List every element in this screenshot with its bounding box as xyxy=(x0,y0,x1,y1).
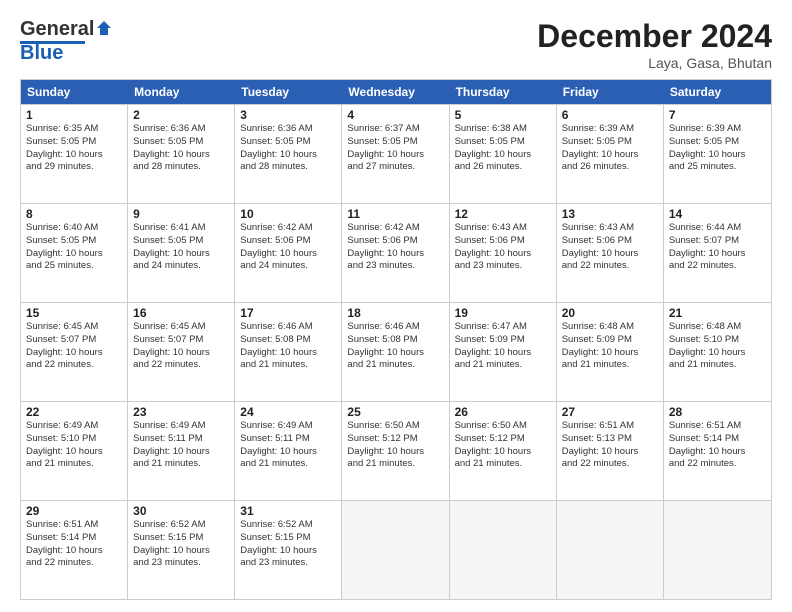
day-14: 14 Sunrise: 6:44 AM Sunset: 5:07 PM Dayl… xyxy=(664,204,771,302)
day-num-5: 5 xyxy=(455,108,551,122)
day-3: 3 Sunrise: 6:36 AM Sunset: 5:05 PM Dayli… xyxy=(235,105,342,203)
daylight2-6: and 26 minutes. xyxy=(562,161,658,174)
daylight-6: Daylight: 10 hours xyxy=(562,149,658,162)
day-25: 25 Sunrise: 6:50 AM Sunset: 5:12 PM Dayl… xyxy=(342,402,449,500)
day-15: 15 Sunrise: 6:45 AM Sunset: 5:07 PM Dayl… xyxy=(21,303,128,401)
logo-blue: Blue xyxy=(20,42,63,65)
calendar-row-3: 15 Sunrise: 6:45 AM Sunset: 5:07 PM Dayl… xyxy=(21,302,771,401)
logo-icon xyxy=(95,19,113,37)
calendar-body: 1 Sunrise: 6:35 AM Sunset: 5:05 PM Dayli… xyxy=(21,104,771,599)
day-10: 10 Sunrise: 6:42 AM Sunset: 5:06 PM Dayl… xyxy=(235,204,342,302)
header: General Blue December 2024 Laya, Gasa, B… xyxy=(20,18,772,71)
day-num-7: 7 xyxy=(669,108,766,122)
day-1: 1 Sunrise: 6:35 AM Sunset: 5:05 PM Dayli… xyxy=(21,105,128,203)
header-monday: Monday xyxy=(128,80,235,104)
daylight-4: Daylight: 10 hours xyxy=(347,149,443,162)
daylight2-1: and 29 minutes. xyxy=(26,161,122,174)
day-13: 13 Sunrise: 6:43 AM Sunset: 5:06 PM Dayl… xyxy=(557,204,664,302)
day-26: 26 Sunrise: 6:50 AM Sunset: 5:12 PM Dayl… xyxy=(450,402,557,500)
daylight2-4: and 27 minutes. xyxy=(347,161,443,174)
sunrise-6: Sunrise: 6:39 AM xyxy=(562,123,658,136)
day-2: 2 Sunrise: 6:36 AM Sunset: 5:05 PM Dayli… xyxy=(128,105,235,203)
day-22: 22 Sunrise: 6:49 AM Sunset: 5:10 PM Dayl… xyxy=(21,402,128,500)
sunrise-1: Sunrise: 6:35 AM xyxy=(26,123,122,136)
sunset-2: Sunset: 5:05 PM xyxy=(133,136,229,149)
header-saturday: Saturday xyxy=(664,80,771,104)
day-4: 4 Sunrise: 6:37 AM Sunset: 5:05 PM Dayli… xyxy=(342,105,449,203)
daylight2-3: and 28 minutes. xyxy=(240,161,336,174)
sunset-4: Sunset: 5:05 PM xyxy=(347,136,443,149)
logo: General Blue xyxy=(20,18,113,65)
sunrise-4: Sunrise: 6:37 AM xyxy=(347,123,443,136)
day-18: 18 Sunrise: 6:46 AM Sunset: 5:08 PM Dayl… xyxy=(342,303,449,401)
sunrise-5: Sunrise: 6:38 AM xyxy=(455,123,551,136)
day-empty-2 xyxy=(450,501,557,599)
calendar-row-4: 22 Sunrise: 6:49 AM Sunset: 5:10 PM Dayl… xyxy=(21,401,771,500)
daylight-7: Daylight: 10 hours xyxy=(669,149,766,162)
day-empty-3 xyxy=(557,501,664,599)
sunset-5: Sunset: 5:05 PM xyxy=(455,136,551,149)
calendar-row-5: 29 Sunrise: 6:51 AM Sunset: 5:14 PM Dayl… xyxy=(21,500,771,599)
day-9: 9 Sunrise: 6:41 AM Sunset: 5:05 PM Dayli… xyxy=(128,204,235,302)
day-16: 16 Sunrise: 6:45 AM Sunset: 5:07 PM Dayl… xyxy=(128,303,235,401)
day-29: 29 Sunrise: 6:51 AM Sunset: 5:14 PM Dayl… xyxy=(21,501,128,599)
sunset-7: Sunset: 5:05 PM xyxy=(669,136,766,149)
calendar-row-2: 8 Sunrise: 6:40 AM Sunset: 5:05 PM Dayli… xyxy=(21,203,771,302)
day-31: 31 Sunrise: 6:52 AM Sunset: 5:15 PM Dayl… xyxy=(235,501,342,599)
subtitle: Laya, Gasa, Bhutan xyxy=(537,55,772,71)
day-7: 7 Sunrise: 6:39 AM Sunset: 5:05 PM Dayli… xyxy=(664,105,771,203)
page: General Blue December 2024 Laya, Gasa, B… xyxy=(0,0,792,612)
sunrise-3: Sunrise: 6:36 AM xyxy=(240,123,336,136)
daylight2-7: and 25 minutes. xyxy=(669,161,766,174)
day-empty-1 xyxy=(342,501,449,599)
calendar-header: Sunday Monday Tuesday Wednesday Thursday… xyxy=(21,80,771,104)
day-12: 12 Sunrise: 6:43 AM Sunset: 5:06 PM Dayl… xyxy=(450,204,557,302)
sunset-3: Sunset: 5:05 PM xyxy=(240,136,336,149)
day-num-4: 4 xyxy=(347,108,443,122)
day-30: 30 Sunrise: 6:52 AM Sunset: 5:15 PM Dayl… xyxy=(128,501,235,599)
day-17: 17 Sunrise: 6:46 AM Sunset: 5:08 PM Dayl… xyxy=(235,303,342,401)
day-num-1: 1 xyxy=(26,108,122,122)
day-23: 23 Sunrise: 6:49 AM Sunset: 5:11 PM Dayl… xyxy=(128,402,235,500)
day-5: 5 Sunrise: 6:38 AM Sunset: 5:05 PM Dayli… xyxy=(450,105,557,203)
daylight-1: Daylight: 10 hours xyxy=(26,149,122,162)
header-sunday: Sunday xyxy=(21,80,128,104)
day-num-3: 3 xyxy=(240,108,336,122)
daylight-3: Daylight: 10 hours xyxy=(240,149,336,162)
day-8: 8 Sunrise: 6:40 AM Sunset: 5:05 PM Dayli… xyxy=(21,204,128,302)
day-24: 24 Sunrise: 6:49 AM Sunset: 5:11 PM Dayl… xyxy=(235,402,342,500)
sunrise-7: Sunrise: 6:39 AM xyxy=(669,123,766,136)
day-20: 20 Sunrise: 6:48 AM Sunset: 5:09 PM Dayl… xyxy=(557,303,664,401)
day-21: 21 Sunrise: 6:48 AM Sunset: 5:10 PM Dayl… xyxy=(664,303,771,401)
daylight-2: Daylight: 10 hours xyxy=(133,149,229,162)
daylight2-2: and 28 minutes. xyxy=(133,161,229,174)
calendar-row-1: 1 Sunrise: 6:35 AM Sunset: 5:05 PM Dayli… xyxy=(21,104,771,203)
day-28: 28 Sunrise: 6:51 AM Sunset: 5:14 PM Dayl… xyxy=(664,402,771,500)
day-num-6: 6 xyxy=(562,108,658,122)
day-11: 11 Sunrise: 6:42 AM Sunset: 5:06 PM Dayl… xyxy=(342,204,449,302)
logo-general: General xyxy=(20,18,94,41)
daylight2-5: and 26 minutes. xyxy=(455,161,551,174)
main-title: December 2024 xyxy=(537,18,772,55)
header-wednesday: Wednesday xyxy=(342,80,449,104)
day-num-2: 2 xyxy=(133,108,229,122)
sunset-1: Sunset: 5:05 PM xyxy=(26,136,122,149)
sunset-6: Sunset: 5:05 PM xyxy=(562,136,658,149)
day-empty-4 xyxy=(664,501,771,599)
day-27: 27 Sunrise: 6:51 AM Sunset: 5:13 PM Dayl… xyxy=(557,402,664,500)
header-thursday: Thursday xyxy=(450,80,557,104)
title-area: December 2024 Laya, Gasa, Bhutan xyxy=(537,18,772,71)
day-6: 6 Sunrise: 6:39 AM Sunset: 5:05 PM Dayli… xyxy=(557,105,664,203)
sunrise-2: Sunrise: 6:36 AM xyxy=(133,123,229,136)
calendar: Sunday Monday Tuesday Wednesday Thursday… xyxy=(20,79,772,600)
header-tuesday: Tuesday xyxy=(235,80,342,104)
daylight-5: Daylight: 10 hours xyxy=(455,149,551,162)
day-19: 19 Sunrise: 6:47 AM Sunset: 5:09 PM Dayl… xyxy=(450,303,557,401)
header-friday: Friday xyxy=(557,80,664,104)
